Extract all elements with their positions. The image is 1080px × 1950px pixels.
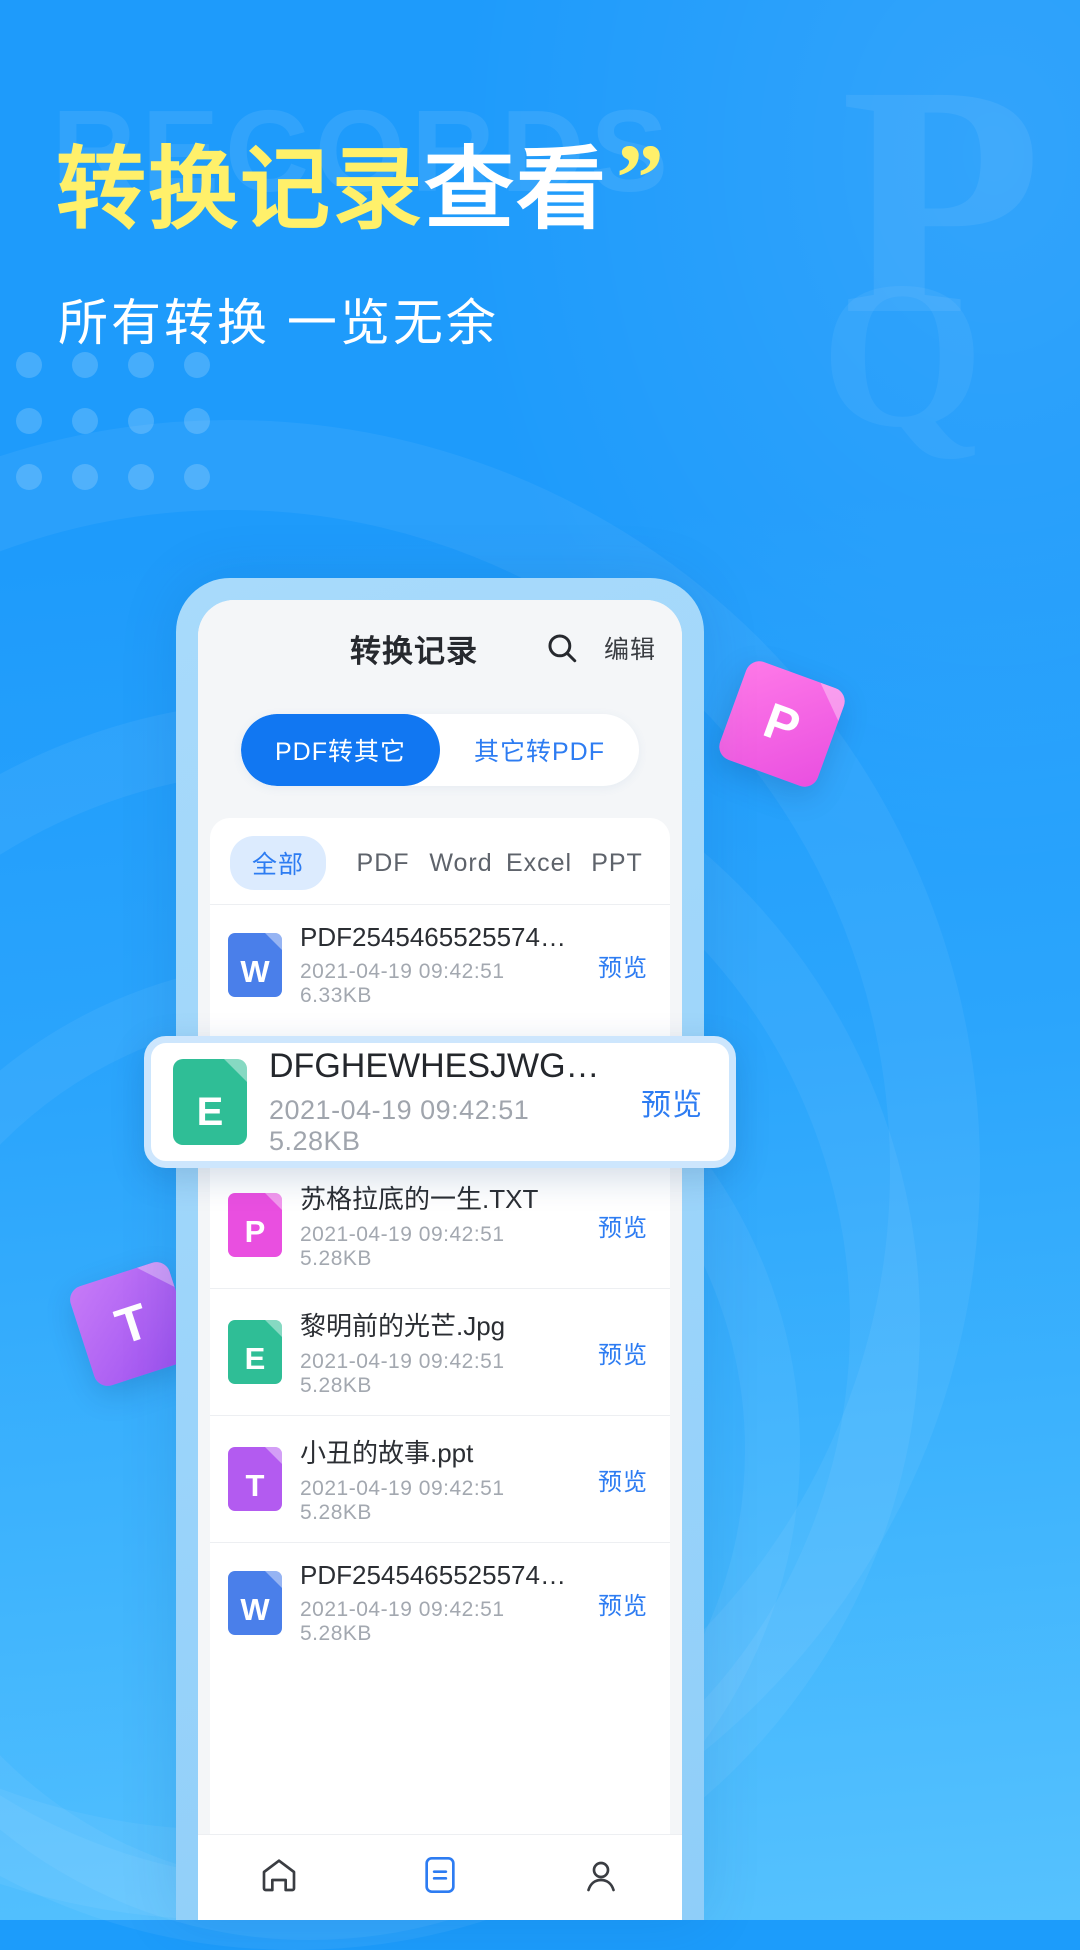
filter-chip-all[interactable]: 全部 <box>230 836 327 890</box>
home-icon <box>259 1855 299 1900</box>
file-date: 2021-04-19 <box>300 960 413 983</box>
nav-item-profile[interactable] <box>541 1835 661 1920</box>
file-time: 09:42:51 <box>418 1223 505 1246</box>
preview-link[interactable]: 预览 <box>598 1208 648 1243</box>
filter-chip-pdf[interactable]: PDF <box>344 840 422 887</box>
txt-file-icon: T <box>228 1447 282 1511</box>
user-profile-icon <box>581 1855 621 1900</box>
file-meta: 小丑的故事.ppt 2021-04-19 09:42:51 5.28KB <box>300 1433 580 1525</box>
file-type-filter-chips: 全部 PDF Word Excel PPT <box>210 818 670 904</box>
preview-link[interactable]: 预览 <box>641 1080 703 1124</box>
word-file-icon: W <box>228 933 282 997</box>
nav-item-home[interactable] <box>219 1835 339 1920</box>
file-time: 09:42:51 <box>418 1477 505 1500</box>
ghost-letter-q: Q <box>820 239 984 471</box>
file-time: 09:42:51 <box>418 1350 505 1373</box>
preview-link[interactable]: 预览 <box>598 1335 648 1370</box>
ppt-file-icon: P <box>228 1193 282 1257</box>
conversion-direction-tabs: PDF转其它 其它转PDF <box>198 696 682 804</box>
filter-chip-ppt[interactable]: PPT <box>578 840 656 887</box>
file-subtitle: 2021-04-19 09:42:51 5.28KB <box>300 1598 580 1646</box>
headline-part-white: 查看 <box>424 140 608 240</box>
file-time: 09:42:51 <box>420 1095 530 1125</box>
file-subtitle: 2021-04-19 09:42:51 5.28KB <box>300 1223 580 1271</box>
file-date: 2021-04-19 <box>300 1223 413 1246</box>
phone-screen: 转换记录 编辑 PDF转其它 其它转PDF 全部 PDF Word Excel … <box>198 600 682 1920</box>
file-list-card: 全部 PDF Word Excel PPT W PDF2545465525574… <box>210 818 670 1920</box>
bottom-navigation-bar <box>198 1834 682 1920</box>
quote-mark-icon: ” <box>616 124 664 231</box>
file-name: 黎明前的光芒.Jpg <box>300 1311 506 1341</box>
file-name: 苏格拉底的一生.TXT <box>300 1184 539 1214</box>
file-date: 2021-04-19 <box>300 1598 413 1621</box>
tab-other-to-pdf[interactable]: 其它转PDF <box>440 714 639 786</box>
promo-headline: 转换记录查看” <box>56 127 664 240</box>
file-size: 5.28KB <box>300 1374 372 1397</box>
file-meta: PDF254546552557455544... 2021-04-19 09:4… <box>300 1560 580 1646</box>
search-icon[interactable] <box>542 628 582 668</box>
file-name: PDF254546552557455544... <box>300 922 580 952</box>
table-row[interactable]: W PDF254546552557455544... 2021-04-19 09… <box>210 1542 670 1663</box>
headline-part-yellow: 转换记录 <box>56 140 424 240</box>
file-size: 5.28KB <box>269 1126 361 1156</box>
file-size: 5.28KB <box>300 1622 372 1645</box>
preview-link[interactable]: 预览 <box>598 948 648 983</box>
file-size: 6.33KB <box>300 984 372 1007</box>
edit-button[interactable]: 编辑 <box>604 630 656 666</box>
file-subtitle: 2021-04-19 09:42:51 6.33KB <box>300 960 580 1008</box>
file-subtitle: 2021-04-19 09:42:51 5.28KB <box>300 1477 580 1525</box>
table-row[interactable]: P 苏格拉底的一生.TXT 2021-04-19 09:42:51 5.28KB… <box>210 1161 670 1288</box>
app-header: 转换记录 编辑 <box>198 600 682 696</box>
file-name: 小丑的故事.ppt <box>300 1438 474 1468</box>
document-list-icon <box>422 1855 458 1900</box>
file-name: DFGHEWHESJWGH.excel <box>269 1047 619 1085</box>
promo-subheadline: 所有转换 一览无余 <box>58 295 499 351</box>
decorative-dot-grid <box>16 352 210 520</box>
tab-pdf-to-other[interactable]: PDF转其它 <box>240 714 440 786</box>
file-subtitle: 2021-04-19 09:42:51 5.28KB <box>269 1095 619 1157</box>
file-subtitle: 2021-04-19 09:42:51 5.28KB <box>300 1350 580 1398</box>
filter-chip-excel[interactable]: Excel <box>500 840 578 887</box>
highlighted-file-card[interactable]: E DFGHEWHESJWGH.excel 2021-04-19 09:42:5… <box>144 1036 736 1168</box>
preview-link[interactable]: 预览 <box>598 1586 648 1621</box>
table-row[interactable]: W PDF254546552557455544... 2021-04-19 09… <box>210 904 670 1025</box>
file-name: PDF254546552557455544... <box>300 1560 580 1590</box>
word-file-icon: W <box>228 1571 282 1635</box>
filter-chip-word[interactable]: Word <box>422 840 500 887</box>
table-row[interactable]: E 黎明前的光芒.Jpg 2021-04-19 09:42:51 5.28KB … <box>210 1288 670 1415</box>
file-date: 2021-04-19 <box>300 1477 413 1500</box>
file-meta: PDF254546552557455544... 2021-04-19 09:4… <box>300 922 580 1008</box>
preview-link[interactable]: 预览 <box>598 1462 648 1497</box>
file-date: 2021-04-19 <box>300 1350 413 1373</box>
excel-file-icon: E <box>173 1059 247 1145</box>
file-meta: 苏格拉底的一生.TXT 2021-04-19 09:42:51 5.28KB <box>300 1179 580 1271</box>
phone-mockup: 转换记录 编辑 PDF转其它 其它转PDF 全部 PDF Word Excel … <box>176 578 704 1920</box>
nav-item-records[interactable] <box>380 1835 500 1920</box>
file-date: 2021-04-19 <box>269 1095 413 1125</box>
file-time: 09:42:51 <box>418 960 505 983</box>
page-title: 转换记录 <box>350 633 478 669</box>
table-row[interactable]: T 小丑的故事.ppt 2021-04-19 09:42:51 5.28KB 预… <box>210 1415 670 1542</box>
file-meta: 黎明前的光芒.Jpg 2021-04-19 09:42:51 5.28KB <box>300 1306 580 1398</box>
excel-file-icon: E <box>228 1320 282 1384</box>
file-meta: DFGHEWHESJWGH.excel 2021-04-19 09:42:51 … <box>269 1047 619 1157</box>
file-time: 09:42:51 <box>418 1598 505 1621</box>
file-size: 5.28KB <box>300 1501 372 1524</box>
file-size: 5.28KB <box>300 1247 372 1270</box>
